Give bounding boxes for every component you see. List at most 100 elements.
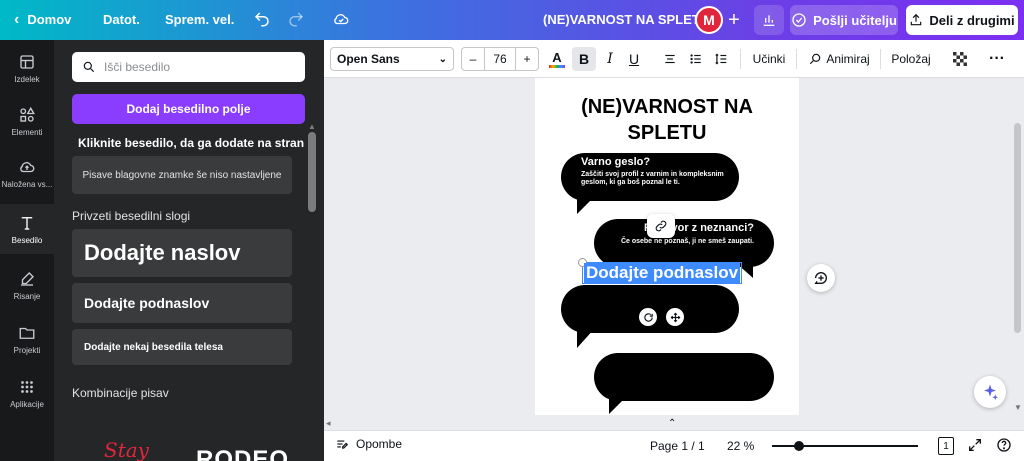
avatar[interactable]: M [695,6,723,34]
selected-text-box[interactable]: Dodajte podnaslov [578,258,742,284]
list-icon [690,54,701,64]
notes-icon [337,440,349,449]
add-comment-button[interactable] [807,264,835,292]
underline-button[interactable]: U [623,47,645,71]
zoom-slider-handle[interactable] [794,441,804,451]
effects-button[interactable]: Učinki [750,47,788,71]
panel-scrollbar[interactable]: ▲ [306,122,318,461]
toolbar-divider [880,49,881,69]
font-size-increase-button[interactable]: + [515,47,539,71]
rotate-handle[interactable] [639,308,657,326]
italic-button[interactable]: I [599,47,621,71]
animate-button[interactable]: Animiraj [806,47,872,71]
bottom-bar: Opombe Page 1 / 1 22 % 1 [324,430,1024,461]
fullscreen-button[interactable] [967,437,983,458]
notes-button[interactable]: Opombe [334,437,402,451]
speech-bubble-1[interactable]: Varno geslo? Zaščiti svoj profil z varni… [561,153,739,201]
cloud-save-button[interactable] [331,10,351,28]
help-button[interactable] [996,437,1012,458]
font-size-decrease-button[interactable]: – [461,47,485,71]
add-heading-item[interactable]: Dodajte naslov [72,229,292,277]
font-combo-preview-1[interactable]: Stay [104,438,149,461]
font-combo-preview-2[interactable]: RODEO [196,446,289,461]
panel-scroll-thumb[interactable] [308,132,316,212]
more-options-button[interactable]: ··· [986,47,1008,71]
font-size-input[interactable]: 76 [485,47,515,71]
cloud-upload-icon [20,161,35,172]
canvas-scrollbar[interactable]: ▼ [1011,78,1024,418]
page-indicator[interactable]: Page 1 / 1 [650,439,705,453]
add-collaborator-button[interactable]: + [723,8,745,32]
page-title[interactable]: (NE)VARNOST NA SPLETU [565,94,769,146]
scroll-down-icon: ▼ [1014,403,1022,412]
pages-count-button[interactable]: 1 [938,437,954,455]
selected-text[interactable]: Dodajte podnaslov [584,263,741,283]
rail-item-risanje[interactable]: Risanje [0,260,54,310]
design-page[interactable]: (NE)VARNOST NA SPLETU Varno geslo? Zašči… [535,78,799,415]
rail-item-elementi[interactable]: Elementi [0,96,54,146]
move-handle[interactable] [666,308,684,326]
zoom-slider-track[interactable] [772,441,918,451]
speech-bubble-4[interactable] [594,353,774,401]
expand-icon [969,439,981,451]
undo-button[interactable] [253,10,271,28]
bubble1-text: Zaščiti svoj profil z varnim in kompleks… [581,171,724,186]
apps-grid-icon [21,380,33,393]
animate-icon [810,53,821,65]
rail-item-uploads[interactable]: Naložena vs... [0,148,54,198]
text-color-button[interactable]: A [546,47,568,71]
comment-add-icon [814,272,827,284]
zoom-level[interactable]: 22 % [727,439,754,453]
transparency-button[interactable] [950,47,970,71]
underline-icon: U [628,51,640,67]
magic-assistant-button[interactable] [974,376,1006,408]
redo-button[interactable] [287,10,305,28]
insights-button[interactable] [754,5,784,35]
resize-menu[interactable]: Sprem. vel. [165,12,234,27]
position-button[interactable]: Položaj [890,47,932,71]
rail-item-besedilo[interactable]: Besedilo [0,204,54,254]
add-text-box-button[interactable]: Dodaj besedilno polje [72,94,305,124]
rail-item-aplikacije[interactable]: Aplikacije [0,368,54,418]
font-combinations-heading: Kombinacije pisav [72,386,169,400]
spacing-button[interactable] [710,47,732,71]
top-bar: ‹ Domov Datot. Sprem. vel. (NE)VARNOST N… [0,0,1024,40]
show-pages-chevron[interactable]: ⌃ [668,418,676,429]
toolbar-divider [796,49,797,69]
rail-item-izdelek[interactable]: Izdelek [0,43,54,93]
hscroll-left-icon[interactable]: ◂ [326,418,331,429]
rail-item-projekti[interactable]: Projekti [0,314,54,364]
plus-icon: + [728,8,740,31]
folder-icon [19,327,35,339]
chevron-left-icon: ‹ [14,10,20,28]
search-icon [83,61,95,73]
bubble2-text: Če osebe ne poznaš, ji ne smeš zaupati. [620,238,754,245]
canvas-area: (NE)VARNOST NA SPLETU Varno geslo? Zašči… [324,78,1024,430]
bubble4-tail [609,396,627,414]
search-box[interactable] [72,52,305,82]
align-button[interactable] [659,47,681,71]
color-strip [549,64,565,68]
font-family-dropdown[interactable]: Open Sans ⌄ [330,47,454,71]
bold-button[interactable]: B [572,47,596,71]
canvas-scroll-thumb[interactable] [1014,123,1021,333]
rotate-icon [643,312,653,322]
share-button[interactable]: Deli z drugimi [906,5,1018,35]
search-input[interactable] [104,60,294,74]
home-button[interactable]: ‹ Domov [14,10,71,28]
link-icon [655,220,667,232]
link-button[interactable] [647,214,675,238]
bubble1-tail [577,196,595,214]
bubble1-title: Varno geslo? [581,156,651,168]
speech-bubble-2[interactable]: Pogovor z neznanci? Če osebe ne poznaš, … [594,219,774,267]
list-button[interactable] [685,47,707,71]
shapes-icon [20,106,35,122]
send-teacher-button[interactable]: Pošlji učitelju [790,5,898,35]
pen-icon [21,271,34,286]
add-subheading-item[interactable]: Dodajte podnaslov [72,283,292,323]
file-menu[interactable]: Datot. [103,12,140,27]
brand-fonts-card[interactable]: Pisave blagovne znamke še niso nastavlje… [72,156,292,194]
document-title[interactable]: (NE)VARNOST NA SPLETU [543,12,709,27]
add-body-text-item[interactable]: Dodajte nekaj besedila telesa [72,329,292,365]
text-toolbar: Open Sans ⌄ – 76 + A B I U Učinki Animir… [324,40,1024,78]
